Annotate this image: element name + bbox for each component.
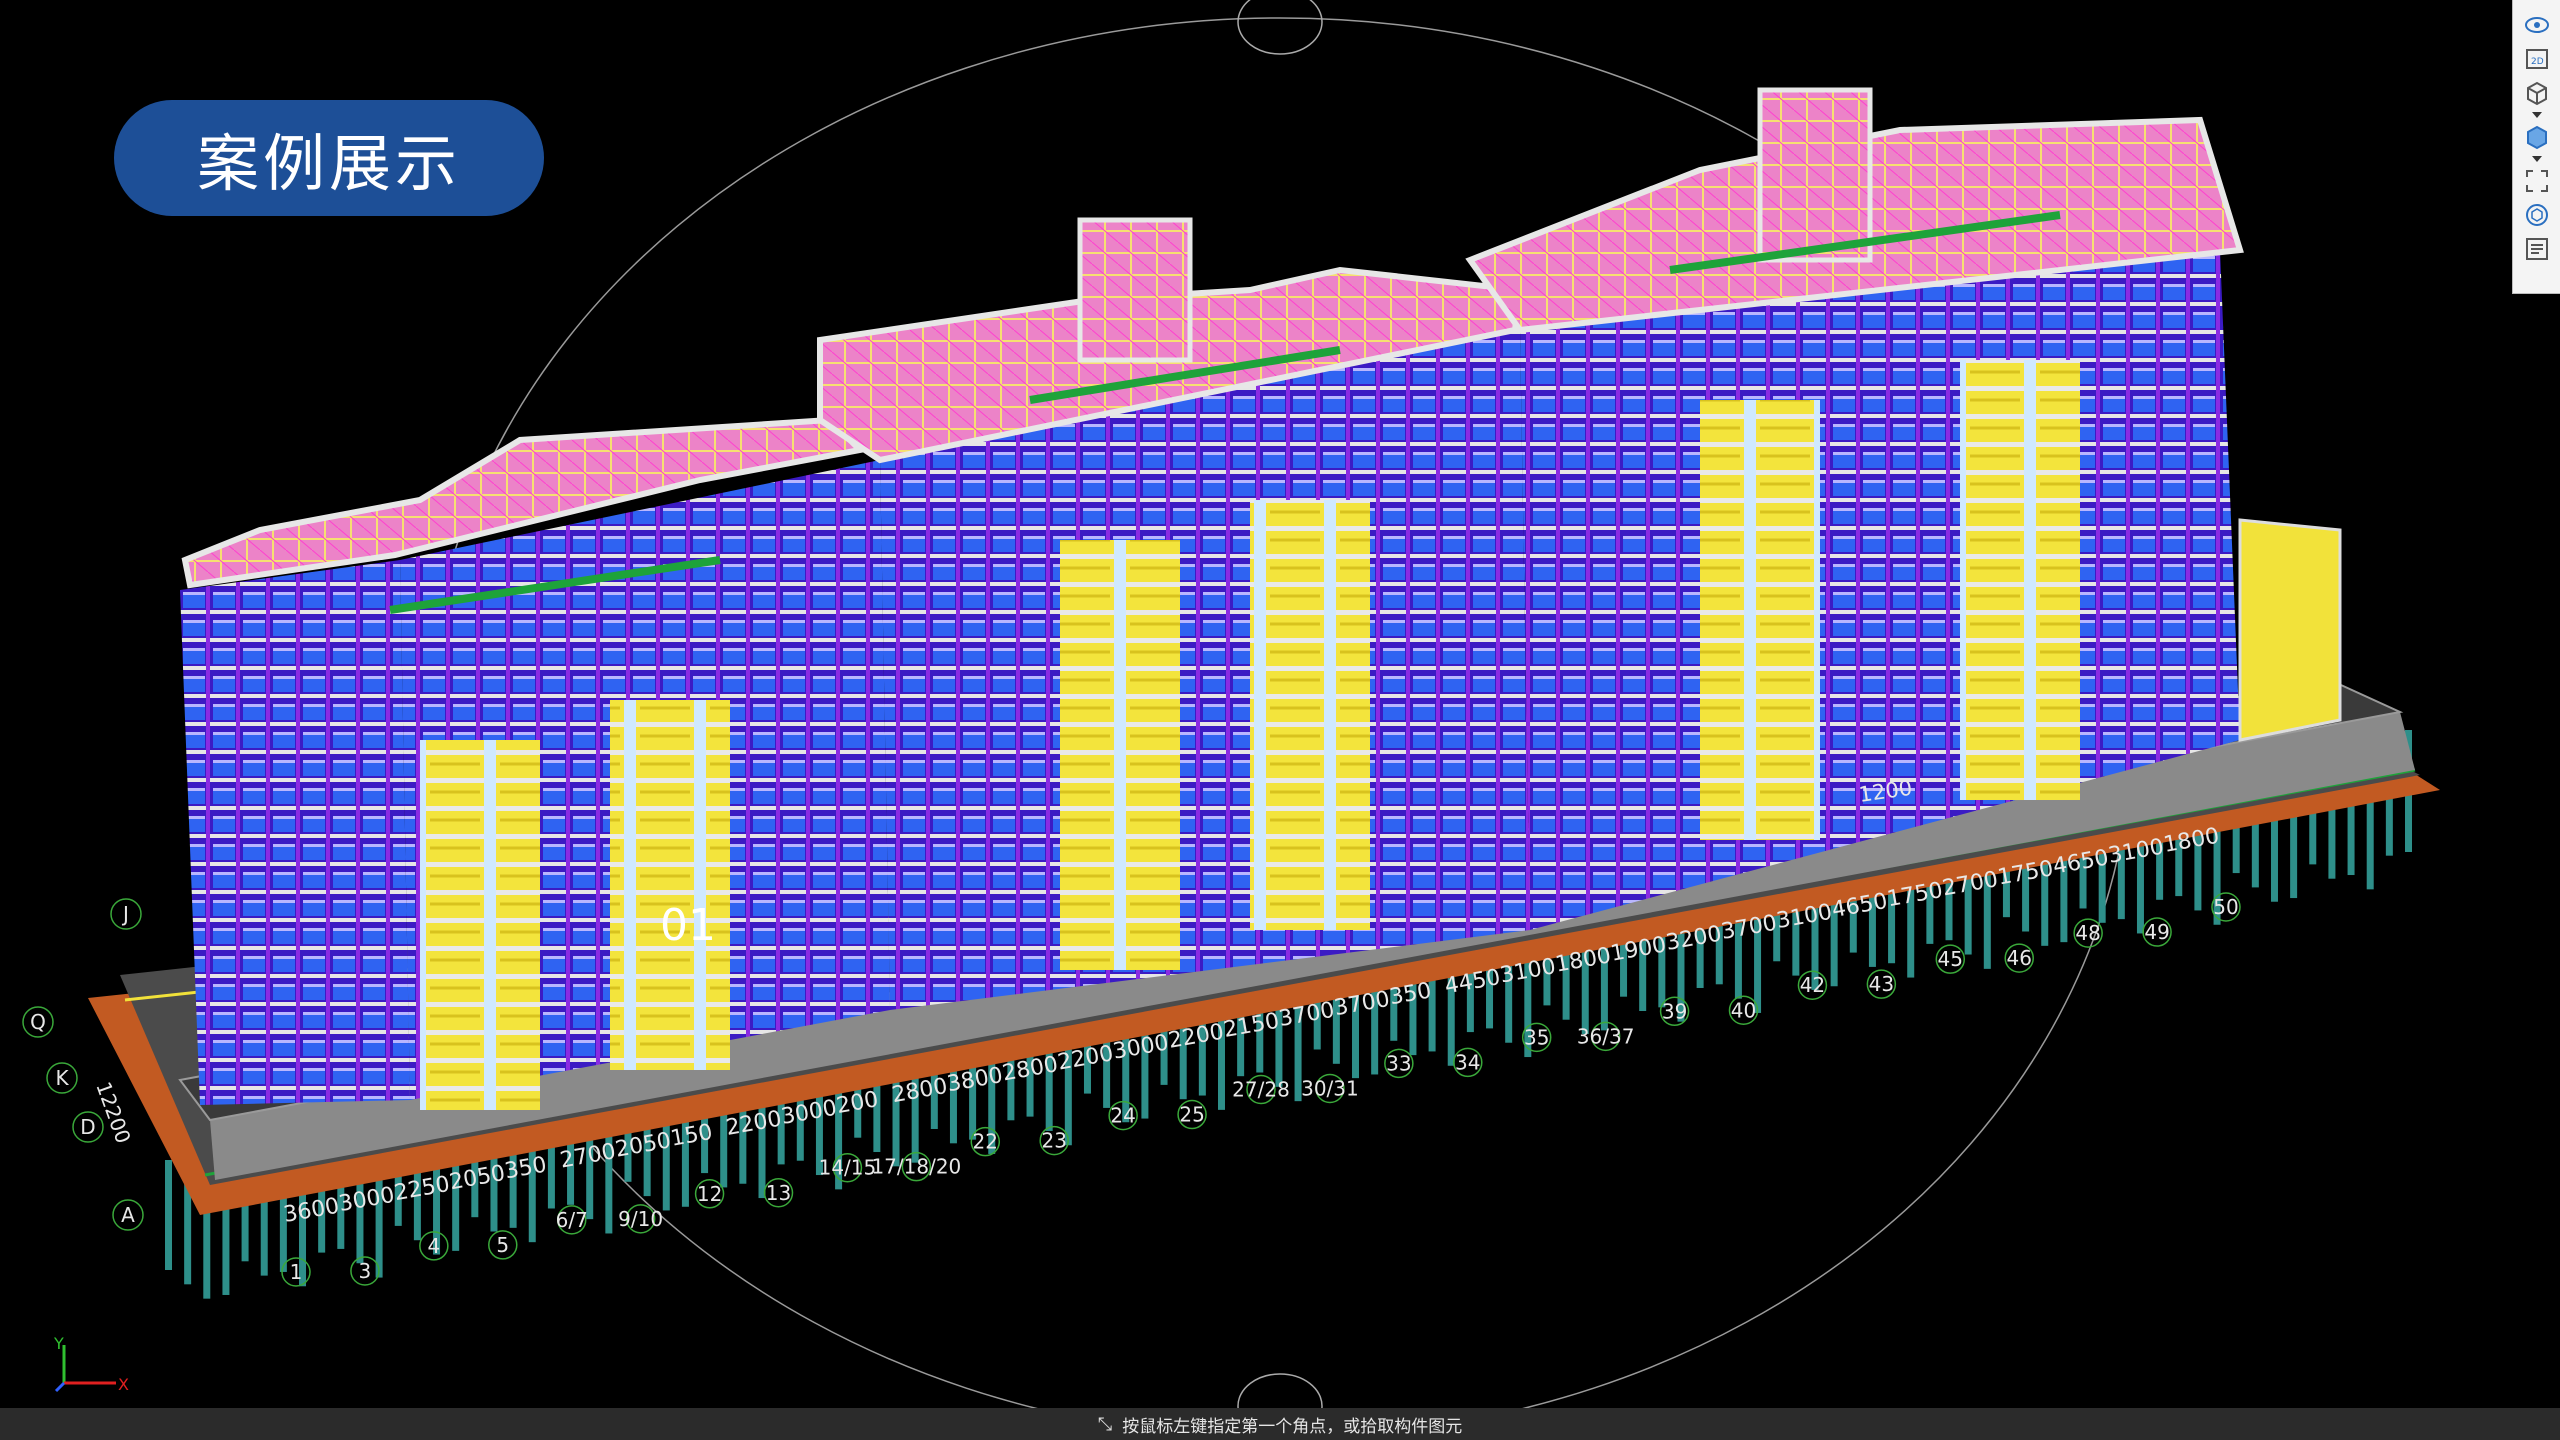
grid-bubble-label: 30/31	[1301, 1076, 1359, 1100]
grid-bubble-label: 25	[1179, 1103, 1204, 1127]
bim-3d-viewport[interactable]: 01 3600 3000 2250 2050 350 2700 2050 150 2200 300…	[0, 0, 2560, 1408]
dimension-label: 3600	[282, 1194, 341, 1228]
grid-bubble-label: 6/7	[556, 1208, 588, 1232]
grid-row-label: D	[80, 1115, 95, 1139]
grid-bubble-label: 22	[973, 1130, 998, 1154]
view-3d-icon[interactable]	[2520, 78, 2554, 108]
grid-bubble-label: 42	[1800, 973, 1825, 997]
status-bar: ⤡ 按鼠标左键指定第一个角点，或拾取构件图元	[0, 1408, 2560, 1440]
grid-bubble-label: 50	[2213, 895, 2238, 919]
axis-x-label: X	[118, 1375, 129, 1394]
grid-bubble-label: 24	[1110, 1104, 1135, 1128]
axis-y-label: Y	[53, 1335, 64, 1353]
building-block-west	[180, 416, 890, 1110]
grid-bubble-label: 39	[1662, 999, 1687, 1023]
axis-gizmo: Y X	[46, 1334, 136, 1395]
page-title: 案例展示	[196, 127, 461, 200]
grid-bubble-label: 35	[1524, 1025, 1549, 1049]
building-block-middle	[817, 217, 1530, 1010]
orbit-handle-bottom[interactable]	[1237, 1373, 1323, 1408]
grid-bubble-label: 17/18/20	[871, 1155, 961, 1179]
side-dimension-label: 12200	[91, 1079, 135, 1147]
page-title-pill: 案例展示	[114, 100, 544, 216]
grid-bubble-label: 48	[2075, 921, 2100, 945]
grid-row-label: Q	[30, 1010, 46, 1034]
grid-bubble-label: 23	[1041, 1129, 1066, 1153]
grid-bubble-label: 34	[1455, 1050, 1480, 1074]
grid-bubble-label: 43	[1869, 972, 1894, 996]
pile	[165, 1160, 172, 1270]
orbit-handle-top[interactable]	[1237, 0, 1323, 55]
fit-view-icon[interactable]	[2520, 166, 2554, 196]
grid-bubble-label: 1	[290, 1260, 303, 1284]
cursor-pick-icon: ⤡	[1097, 1413, 1113, 1435]
view-toolbar: 2D	[2512, 0, 2560, 294]
grid-bubble-label: 9/10	[618, 1207, 663, 1231]
grid-bubble-label: 49	[2144, 920, 2169, 944]
chevron-down-icon[interactable]	[2520, 112, 2554, 118]
view-2d-icon[interactable]: 2D	[2520, 44, 2554, 74]
grid-bubble-label: 45	[1938, 947, 1963, 971]
chevron-down-icon-2[interactable]	[2520, 156, 2554, 162]
grid-bubble-label: 14/15	[819, 1156, 877, 1180]
grid-bubble-label: 40	[1731, 998, 1756, 1022]
grid-bubble-label: 12	[697, 1182, 722, 1206]
view-2d-label: 2D	[2531, 57, 2544, 67]
display-mode-icon[interactable]	[2520, 122, 2554, 152]
grid-row-label: J	[121, 902, 129, 926]
grid-bubble-label: 13	[766, 1181, 791, 1205]
grid-bubble-label: 27/28	[1232, 1078, 1290, 1102]
grid-bubble-label: 4	[427, 1234, 440, 1258]
settings-cube-icon[interactable]	[2520, 200, 2554, 230]
model-number-label: 01	[660, 900, 716, 951]
grid-bubble-label: 46	[2006, 946, 2031, 970]
grid-bubble-label: 36/37	[1577, 1024, 1635, 1048]
dimension-label: 3000	[337, 1183, 396, 1217]
grid-bubble-label: 3	[359, 1259, 372, 1283]
grid-row-label: A	[121, 1203, 135, 1227]
orbit-icon[interactable]	[2520, 10, 2554, 40]
grid-bubble-label: 33	[1386, 1051, 1411, 1075]
grid-bubble-label: 5	[496, 1233, 509, 1257]
status-hint-text: 按鼠标左键指定第一个角点，或拾取构件图元	[1122, 1416, 1463, 1437]
properties-list-icon[interactable]	[2520, 234, 2554, 264]
grid-row-label: K	[55, 1066, 69, 1090]
